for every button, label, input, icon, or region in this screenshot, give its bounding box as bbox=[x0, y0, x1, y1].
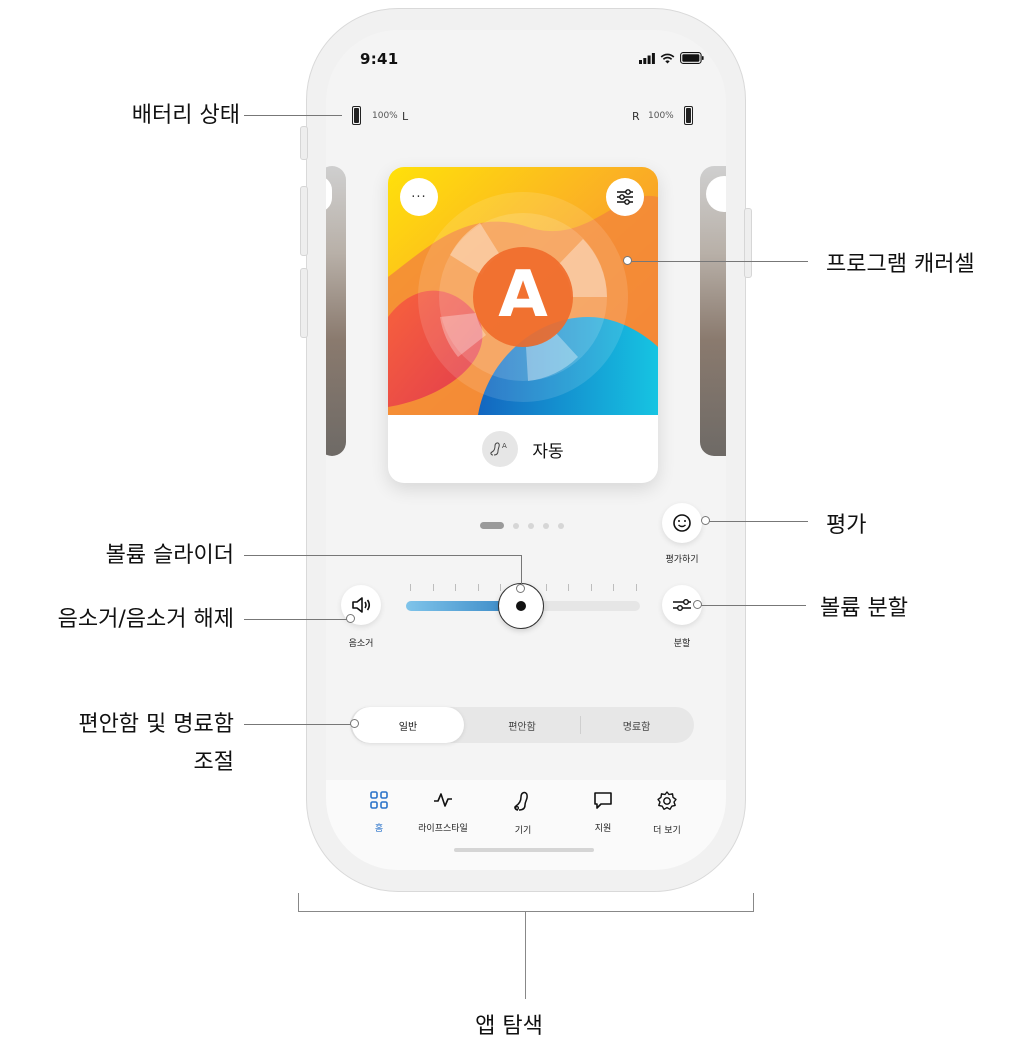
more-options-button[interactable]: ··· bbox=[400, 178, 438, 216]
hearing-aid-auto-icon: A bbox=[482, 431, 519, 467]
callout-volume-line-h bbox=[244, 555, 522, 556]
carousel-card-next[interactable] bbox=[700, 166, 726, 456]
callout-comfort-line bbox=[244, 724, 354, 725]
program-card[interactable]: A ··· A 자동 bbox=[388, 167, 658, 483]
phone-side-button-power bbox=[744, 208, 752, 278]
callout-battery-status: 배터리 상태 bbox=[131, 103, 240, 128]
nav-bracket-left bbox=[298, 893, 299, 912]
carousel-pager bbox=[480, 522, 564, 529]
callout-split-dot bbox=[693, 600, 702, 609]
grid-icon bbox=[370, 791, 388, 809]
callout-volume-dot bbox=[516, 584, 525, 593]
volume-tick bbox=[432, 584, 434, 591]
status-time: 9:41 bbox=[360, 50, 399, 68]
nav-bracket-right bbox=[753, 893, 754, 912]
callout-rating-line bbox=[706, 521, 808, 522]
chat-bubble-icon bbox=[594, 792, 612, 809]
callout-volume-slider: 볼륨 슬라이더 bbox=[105, 543, 234, 568]
tab-devices-label: 기기 bbox=[514, 826, 532, 836]
volume-tick bbox=[455, 584, 457, 591]
sliders-icon bbox=[617, 189, 633, 205]
volume-tick bbox=[636, 584, 637, 591]
carousel-page-dot[interactable] bbox=[543, 522, 549, 529]
volume-tick bbox=[410, 584, 411, 591]
callout-volume-split: 볼륨 분할 bbox=[820, 596, 908, 621]
wifi-icon bbox=[660, 53, 675, 63]
rate-button[interactable] bbox=[662, 503, 702, 543]
tab-support-label: 지원 bbox=[594, 824, 612, 834]
volume-tick bbox=[590, 584, 592, 591]
phone-side-button-volume-down bbox=[300, 268, 308, 338]
right-battery-percent: 100% bbox=[648, 111, 674, 121]
volume-tick bbox=[568, 584, 570, 591]
tab-more[interactable]: 더 보기 bbox=[632, 790, 702, 836]
callout-rating: 평가 bbox=[826, 513, 867, 538]
cellular-signal-icon bbox=[639, 52, 655, 64]
tab-lifestyle[interactable]: 라이프스타일 bbox=[408, 790, 478, 834]
callout-comfort-dot bbox=[350, 719, 359, 728]
callout-battery-line bbox=[244, 115, 342, 116]
split-button-label: 분할 bbox=[673, 639, 691, 649]
phone-side-button-silent bbox=[300, 126, 308, 160]
home-indicator bbox=[454, 848, 594, 852]
speaker-icon bbox=[352, 597, 371, 613]
volume-tick bbox=[613, 584, 615, 591]
callout-mute-dot bbox=[346, 614, 355, 623]
phone-battery-icon bbox=[680, 52, 704, 64]
tab-home-label: 홈 bbox=[374, 824, 384, 834]
callout-rating-dot bbox=[701, 516, 710, 525]
tab-devices[interactable]: 기기 bbox=[488, 790, 558, 836]
right-battery-side: R bbox=[632, 110, 640, 123]
activity-icon bbox=[434, 793, 452, 807]
hearing-aid-icon bbox=[514, 791, 528, 811]
callout-mute-line bbox=[244, 619, 350, 620]
callout-app-navigation: 앱 탐색 bbox=[475, 1014, 543, 1039]
tab-lifestyle-label: 라이프스타일 bbox=[418, 824, 468, 834]
sound-mode-comfort[interactable]: 편안함 bbox=[464, 707, 580, 743]
program-settings-button[interactable] bbox=[606, 178, 644, 216]
left-battery-icon bbox=[352, 106, 361, 125]
callout-comfort-clarity-line1: 편안함 및 명료함 bbox=[78, 712, 234, 737]
tab-support[interactable]: 지원 bbox=[568, 790, 638, 834]
carousel-page-dot[interactable] bbox=[558, 522, 564, 529]
right-battery-icon bbox=[684, 106, 693, 125]
tab-more-label: 더 보기 bbox=[653, 826, 681, 836]
mute-button-label: 음소거 bbox=[348, 639, 374, 649]
left-battery-percent: 100% bbox=[372, 111, 398, 121]
nav-bracket-bottom bbox=[298, 911, 754, 912]
nav-bracket-stem bbox=[525, 911, 526, 999]
volume-tick bbox=[545, 584, 547, 591]
sound-mode-normal[interactable]: 일반 bbox=[352, 707, 464, 743]
split-sliders-icon bbox=[673, 599, 691, 611]
phone-screen: 9:41 100% L R 100% A ··· A 자동 평가하기 음소거 분… bbox=[326, 30, 726, 870]
carousel-page-dot[interactable] bbox=[480, 522, 504, 529]
sound-mode-clarity[interactable]: 명료함 bbox=[581, 707, 692, 743]
callout-program-carousel: 프로그램 캐러셀 bbox=[826, 252, 975, 277]
callout-split-line bbox=[698, 605, 806, 606]
phone-side-button-volume-up bbox=[300, 186, 308, 256]
callout-volume-line-v bbox=[521, 555, 522, 587]
carousel-page-dot[interactable] bbox=[528, 522, 534, 529]
svg-text:A: A bbox=[502, 442, 507, 450]
sound-mode-selector: 일반 편안함 명료함 bbox=[350, 707, 694, 743]
callout-comfort-clarity-line2: 조절 bbox=[193, 750, 234, 775]
left-battery-side: L bbox=[402, 110, 409, 123]
more-dots-icon: ··· bbox=[411, 189, 427, 205]
tab-home[interactable]: 홈 bbox=[344, 790, 414, 834]
carousel-page-dot[interactable] bbox=[513, 522, 519, 529]
gear-icon bbox=[657, 791, 677, 810]
callout-mute-unmute: 음소거/음소거 해제 bbox=[57, 607, 234, 632]
smiley-icon bbox=[673, 514, 691, 532]
volume-tick bbox=[477, 584, 479, 591]
program-name: 자동 bbox=[532, 441, 564, 462]
rate-button-label: 평가하기 bbox=[665, 555, 699, 565]
app-tab-bar: 홈 라이프스타일 기기 지원 더 보기 bbox=[326, 780, 726, 870]
program-letter: A bbox=[498, 258, 548, 332]
program-card-footer: A 자동 bbox=[388, 415, 658, 483]
carousel-card-previous[interactable] bbox=[326, 166, 346, 456]
status-icons bbox=[639, 52, 704, 64]
volume-tick bbox=[500, 584, 502, 591]
callout-program-dot bbox=[623, 256, 632, 265]
callout-program-line bbox=[628, 261, 808, 262]
